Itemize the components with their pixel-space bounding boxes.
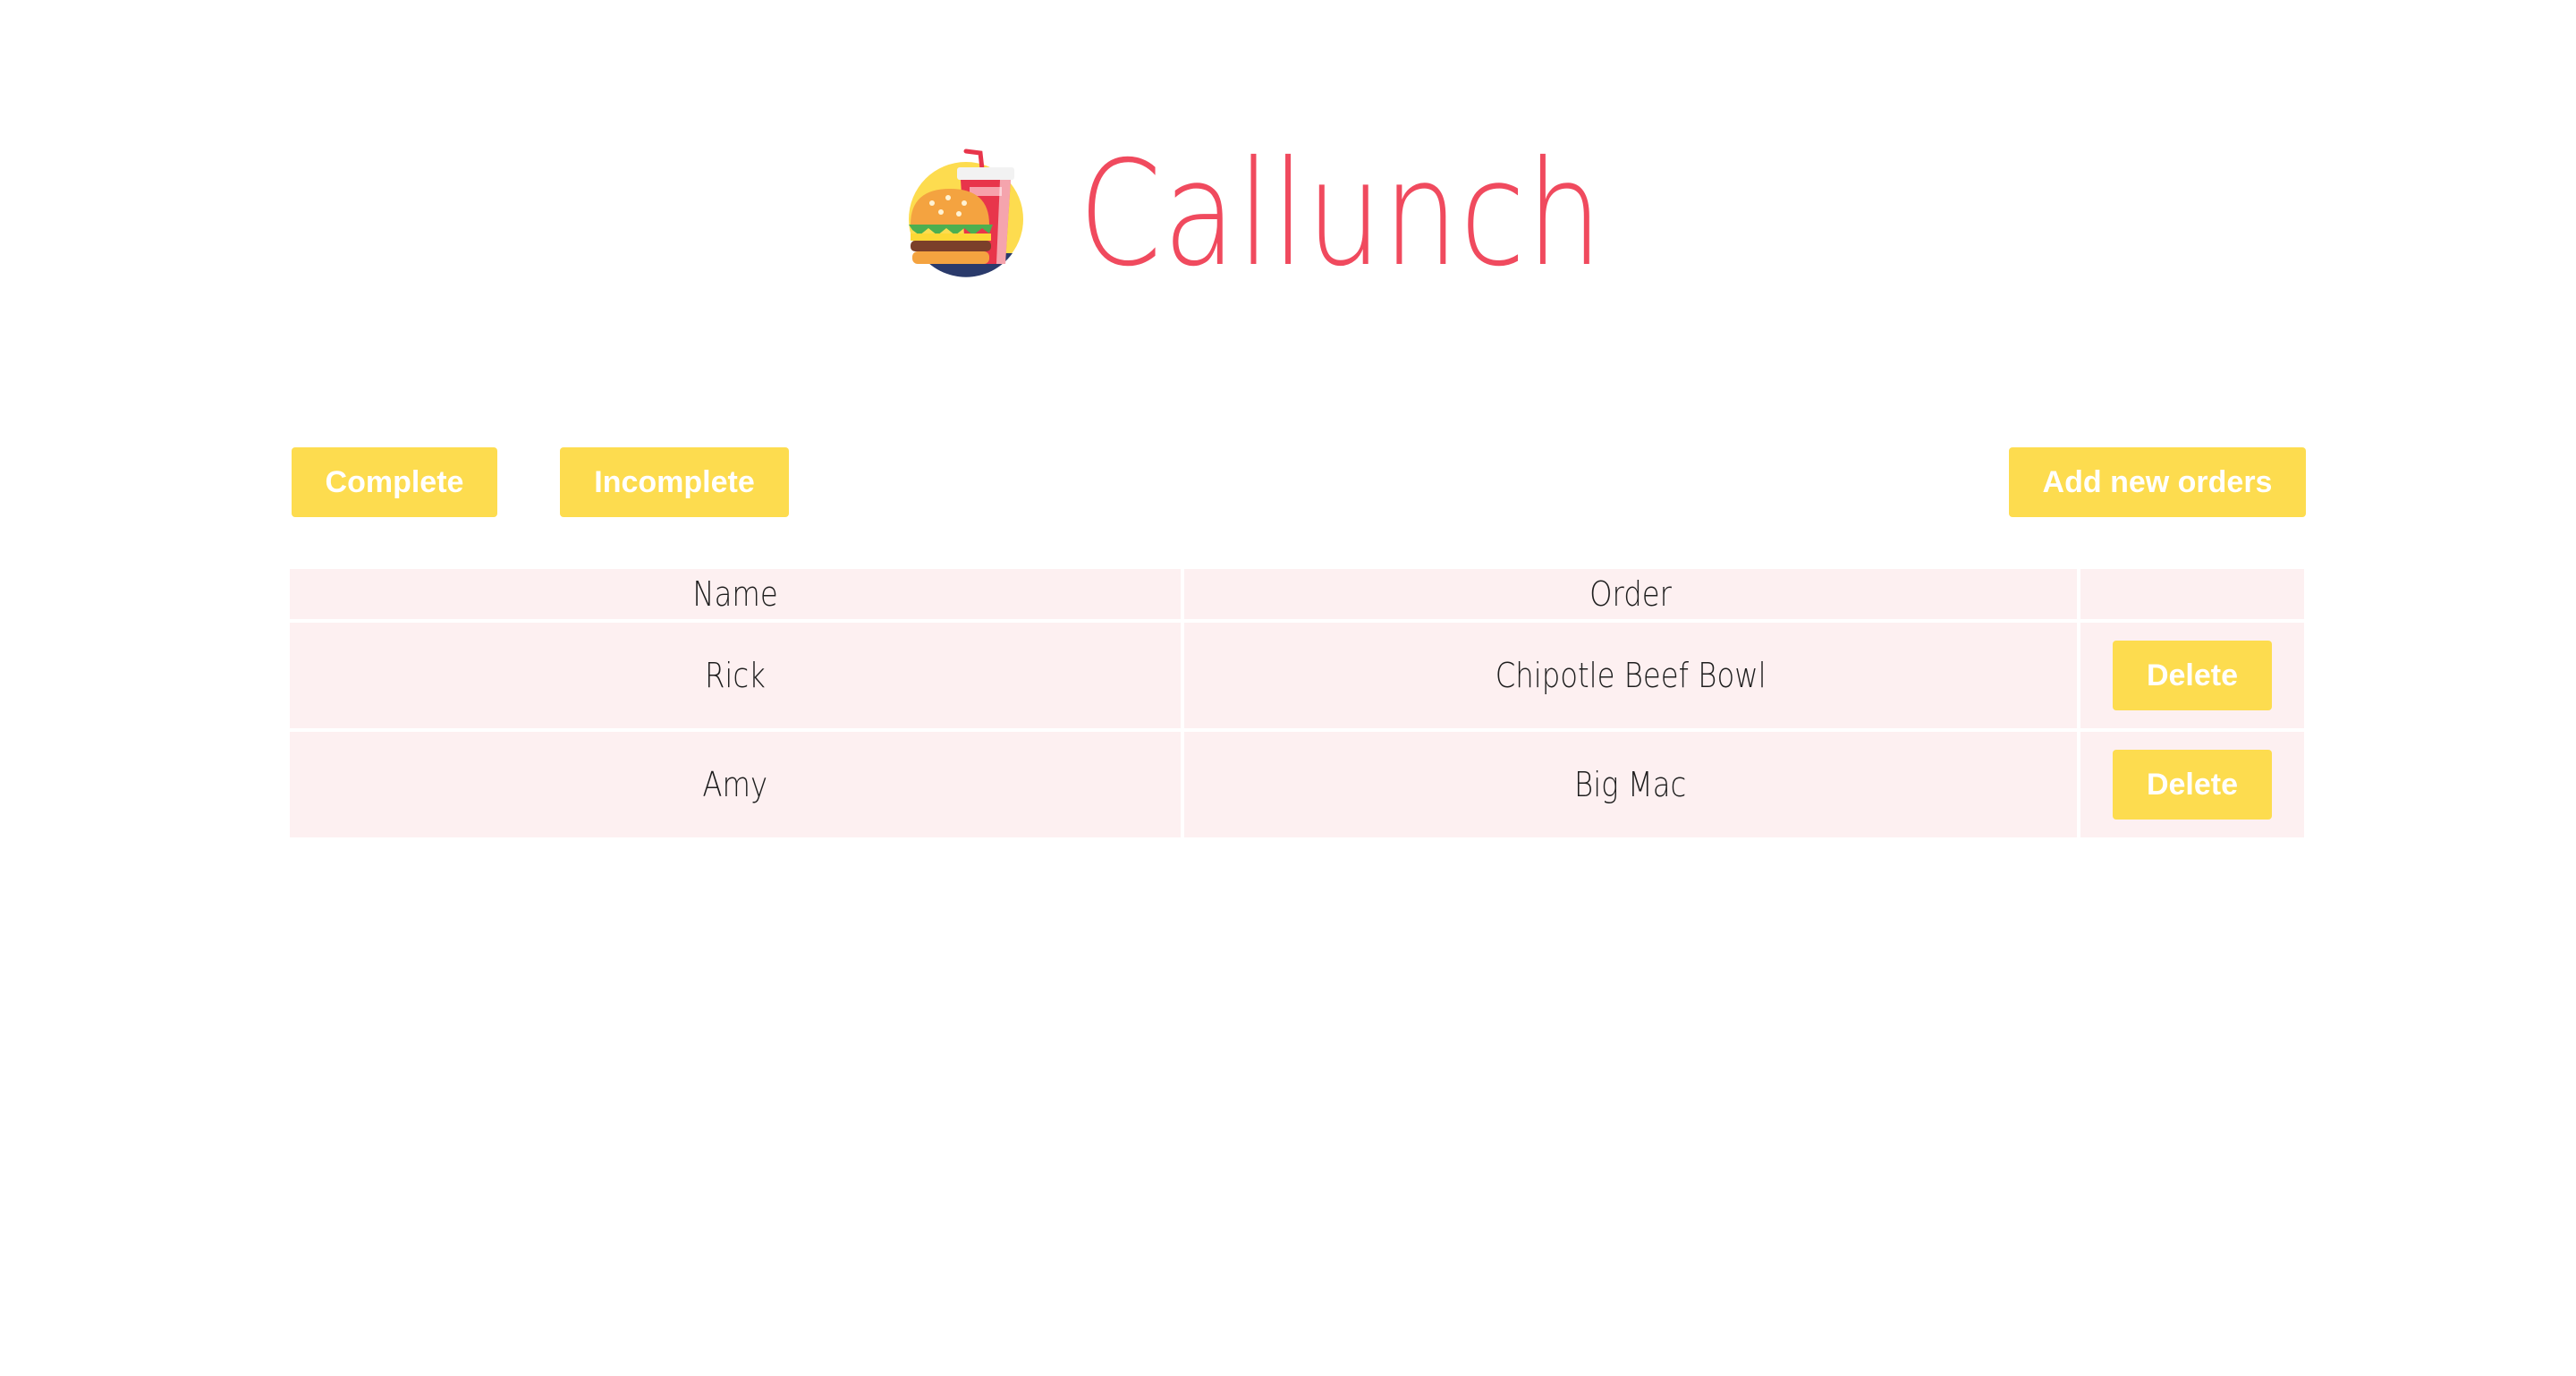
incomplete-filter-button[interactable]: Incomplete (560, 447, 789, 517)
app-header: Callunch (0, 139, 2576, 291)
delete-button[interactable]: Delete (2113, 641, 2272, 710)
app-title: Callunch (1078, 131, 1604, 299)
column-header-actions (2080, 569, 2304, 619)
table-row: Rick Chipotle Beef Bowl Delete (290, 623, 2304, 728)
table-header-row: Name Order (290, 569, 2304, 619)
order-action-cell: Delete (2080, 732, 2304, 837)
delete-button[interactable]: Delete (2113, 750, 2272, 820)
order-name-cell: Rick (290, 623, 1181, 728)
burger-and-soda-icon (908, 149, 1023, 277)
complete-filter-button[interactable]: Complete (292, 447, 497, 517)
column-header-order: Order (1184, 569, 2077, 619)
order-item-cell: Chipotle Beef Bowl (1184, 623, 2077, 728)
order-item-cell: Big Mac (1184, 732, 2077, 837)
table-row: Amy Big Mac Delete (290, 732, 2304, 837)
order-name-cell: Amy (290, 732, 1181, 837)
orders-table: Name Order Rick Chipotle Beef Bowl Delet… (286, 565, 2308, 841)
add-new-orders-button[interactable]: Add new orders (2009, 447, 2306, 517)
order-action-cell: Delete (2080, 623, 2304, 728)
column-header-name: Name (290, 569, 1181, 619)
